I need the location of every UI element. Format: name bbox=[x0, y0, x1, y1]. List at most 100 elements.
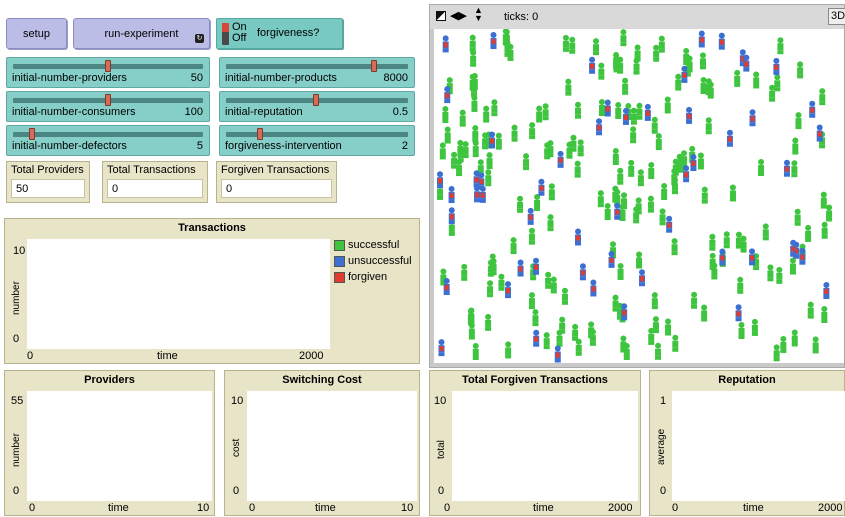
plot-area bbox=[672, 391, 845, 501]
provider-agent bbox=[474, 185, 481, 203]
consumer-agent bbox=[503, 29, 510, 46]
provider-agent bbox=[448, 186, 455, 204]
provider-agent bbox=[538, 178, 545, 196]
provider-agent bbox=[505, 281, 512, 299]
resize-icon[interactable] bbox=[436, 11, 446, 21]
setup-button-label: setup bbox=[23, 27, 50, 40]
provider-agent bbox=[575, 228, 582, 246]
provider-agent bbox=[690, 154, 697, 172]
provider-agent bbox=[681, 65, 688, 83]
y-max-tick: 10 bbox=[231, 395, 244, 407]
slider-thumb[interactable] bbox=[29, 128, 35, 140]
consumer-agent bbox=[562, 34, 569, 52]
slider-initial-number-providers[interactable]: initial-number-providers 50 bbox=[6, 57, 210, 88]
provider-agent bbox=[473, 170, 480, 188]
provider-agent bbox=[698, 30, 705, 48]
setup-button[interactable]: setup bbox=[6, 18, 67, 49]
consumer-agent bbox=[773, 344, 780, 362]
y-min-tick: 0 bbox=[660, 485, 667, 497]
x-axis-label: time bbox=[157, 350, 178, 362]
provider-agent bbox=[533, 329, 540, 347]
provider-agent bbox=[799, 247, 806, 265]
slider-initial-number-products[interactable]: initial-number-products 8000 bbox=[219, 57, 415, 88]
x-max-tick: 10 bbox=[197, 502, 210, 514]
monitor-label: Forgiven Transactions bbox=[221, 164, 330, 176]
legend-label: forgiven bbox=[348, 271, 388, 283]
slider-initial-reputation[interactable]: initial-reputation 0.5 bbox=[219, 91, 415, 122]
run-experiment-button[interactable]: run-experiment ↻ bbox=[73, 18, 210, 49]
consumer-agent bbox=[661, 182, 668, 200]
x-axis-label: time bbox=[108, 502, 129, 514]
provider-agent bbox=[579, 263, 586, 281]
consumer-agent bbox=[780, 335, 787, 353]
agent-view[interactable] bbox=[434, 29, 844, 363]
provider-agent bbox=[437, 171, 444, 189]
consumer-agent bbox=[486, 152, 493, 170]
slider-thumb[interactable] bbox=[105, 60, 111, 72]
consumer-agent bbox=[792, 137, 799, 155]
y-min-tick: 0 bbox=[13, 333, 20, 345]
consumer-agent bbox=[635, 197, 642, 215]
consumer-agent bbox=[604, 202, 611, 220]
x-min-tick: 0 bbox=[249, 502, 256, 514]
3d-button[interactable]: 3D bbox=[828, 8, 845, 25]
slider-value: 2 bbox=[401, 140, 408, 152]
slider-initial-number-defectors[interactable]: initial-number-defectors 5 bbox=[6, 125, 210, 156]
consumer-agent bbox=[485, 313, 492, 331]
slider-thumb[interactable] bbox=[257, 128, 263, 140]
slider-thumb[interactable] bbox=[371, 60, 377, 72]
consumer-agent bbox=[820, 191, 827, 209]
zoom-icon[interactable]: ▲ ▼ bbox=[474, 6, 483, 23]
consumer-agent bbox=[510, 237, 517, 255]
slider-thumb[interactable] bbox=[105, 94, 111, 106]
slider-value: 100 bbox=[184, 106, 203, 118]
legend-item-unsuccessful: unsuccessful bbox=[334, 255, 412, 267]
shrink-icon[interactable]: ◀▶ bbox=[450, 10, 467, 22]
consumer-agent bbox=[709, 233, 716, 251]
provider-agent bbox=[589, 56, 596, 74]
consumer-agent bbox=[791, 329, 798, 347]
consumer-agent bbox=[612, 185, 619, 203]
consumer-agent bbox=[617, 262, 624, 280]
plot-title: Transactions bbox=[178, 222, 246, 234]
consumer-agent bbox=[547, 140, 554, 158]
forgiveness-switch[interactable]: On Off forgiveness? bbox=[216, 18, 343, 49]
consumer-agent bbox=[653, 44, 660, 62]
x-max-tick: 2000 bbox=[299, 350, 324, 362]
x-max-tick: 2000 bbox=[608, 502, 633, 514]
slider-thumb[interactable] bbox=[313, 94, 319, 106]
consumer-agent bbox=[794, 208, 801, 226]
consumer-agent bbox=[699, 52, 706, 70]
monitor-value: 0 bbox=[221, 179, 332, 198]
consumer-agent bbox=[528, 292, 535, 310]
provider-agent bbox=[443, 278, 450, 296]
plot-switching-cost: Switching Cost 10 0 cost 0 time 10 bbox=[224, 370, 420, 516]
world-view: ◀▶ ▲ ▼ ticks: 0 3D bbox=[429, 4, 845, 368]
plot-reputation: Reputation 1 0 average 0 time 2000 bbox=[649, 370, 845, 516]
x-axis-label: time bbox=[533, 502, 554, 514]
consumer-agent bbox=[729, 184, 736, 202]
consumer-agent bbox=[529, 122, 536, 140]
consumer-agent bbox=[534, 193, 541, 211]
consumer-agent bbox=[511, 124, 518, 142]
ticks-label: ticks: 0 bbox=[504, 11, 539, 23]
consumer-agent bbox=[487, 280, 494, 298]
provider-agent bbox=[438, 339, 445, 357]
consumer-agent bbox=[482, 132, 489, 150]
consumer-agent bbox=[751, 318, 758, 336]
provider-agent bbox=[604, 99, 611, 117]
slider-forgiveness-intervention[interactable]: forgiveness-intervention 2 bbox=[219, 125, 415, 156]
consumer-agent bbox=[655, 342, 662, 360]
plot-area bbox=[247, 391, 417, 501]
consumer-agent bbox=[738, 322, 745, 340]
slider-initial-number-consumers[interactable]: initial-number-consumers 100 bbox=[6, 91, 210, 122]
provider-agent bbox=[718, 32, 725, 50]
monitor-value: 50 bbox=[11, 179, 85, 198]
consumer-agent bbox=[651, 116, 658, 134]
consumer-agent bbox=[821, 221, 828, 239]
x-min-tick: 0 bbox=[444, 502, 451, 514]
slider-value: 5 bbox=[196, 140, 203, 152]
consumer-agent bbox=[795, 112, 802, 130]
provider-agent bbox=[743, 54, 750, 72]
provider-agent bbox=[448, 207, 455, 225]
